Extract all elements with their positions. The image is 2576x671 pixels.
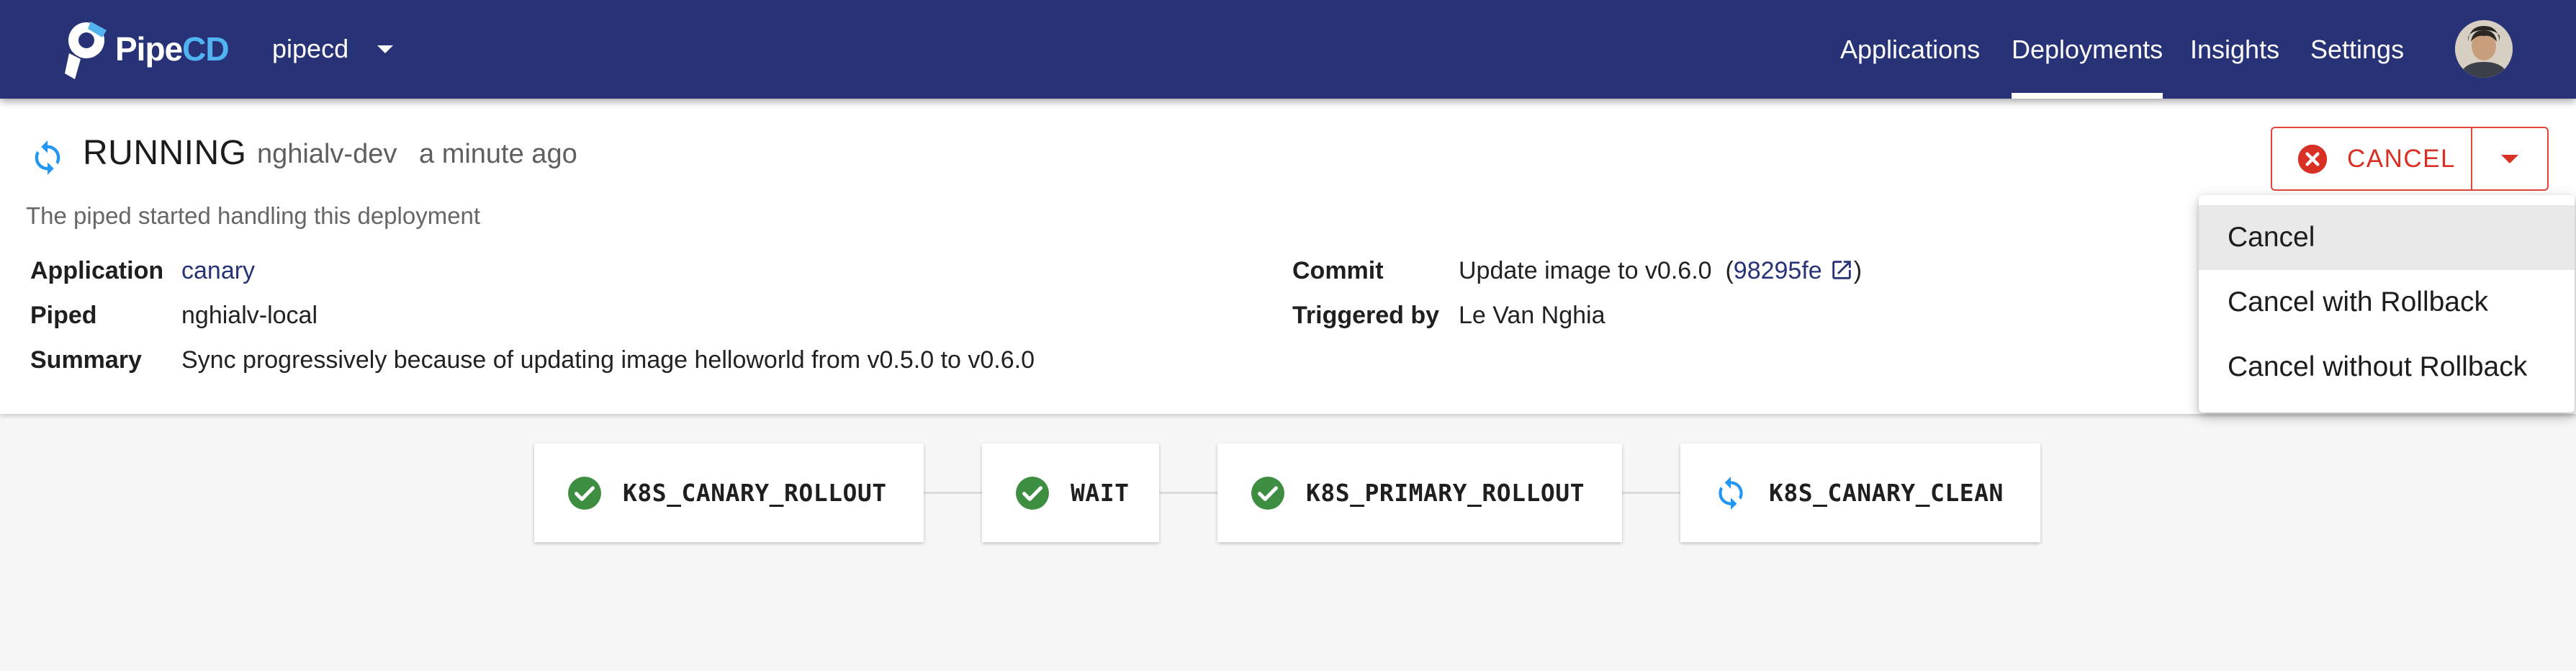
check-circle-icon [1016, 476, 1049, 510]
stage-k8s-canary-rollout[interactable]: K8S_CANARY_ROLLOUT [534, 443, 924, 542]
summary-value: Sync progressively because of updating i… [181, 346, 1035, 374]
application-link[interactable]: canary [181, 257, 255, 285]
logo-text: PipeCD [115, 30, 230, 68]
menu-item-cancel[interactable]: Cancel [2199, 205, 2575, 270]
stage-k8s-canary-clean[interactable]: K8S_CANARY_CLEAN [1680, 443, 2040, 542]
nav-applications[interactable]: Applications [1840, 0, 1980, 99]
cancel-button[interactable]: CANCEL [2272, 128, 2471, 189]
app-bar: PipeCD pipecd Applications Deployments I… [0, 0, 2576, 99]
pipecd-logo[interactable]: PipeCD [62, 16, 230, 82]
nav-deployments[interactable]: Deployments [2012, 0, 2163, 99]
check-circle-icon [1251, 476, 1284, 510]
cancel-button-label: CANCEL [2347, 144, 2456, 173]
check-circle-icon [568, 476, 601, 510]
sync-icon [1719, 476, 1743, 510]
deployment-detail-panel: RUNNING nghialv-dev a minute ago The pip… [0, 99, 2576, 414]
deployment-status: RUNNING [83, 134, 247, 172]
stage-name: K8S_CANARY_ROLLOUT [623, 479, 887, 507]
stage-name: WAIT [1071, 479, 1130, 507]
active-tab-indicator [2012, 93, 2163, 99]
triggered-by-value: Le Van Nghia [1459, 302, 1606, 329]
sync-icon [35, 140, 60, 175]
commit-value: Update image to v0.6.0 (98295fe) [1459, 257, 1863, 284]
piped-label: Piped [30, 302, 97, 329]
stage-connector [1159, 492, 1217, 494]
commit-message: Update image to v0.6.0 [1459, 257, 1712, 284]
stage-connector [924, 492, 982, 494]
cancel-circle-icon [2297, 144, 2328, 174]
chevron-down-icon [2501, 154, 2518, 163]
menu-item-cancel-without-rollback[interactable]: Cancel without Rollback [2199, 335, 2575, 400]
summary-label: Summary [30, 346, 142, 374]
chevron-down-icon [377, 45, 394, 53]
stage-k8s-primary-rollout[interactable]: K8S_PRIMARY_ROLLOUT [1217, 443, 1622, 542]
menu-item-cancel-with-rollback[interactable]: Cancel with Rollback [2199, 270, 2575, 335]
piped-value: nghialv-local [181, 302, 318, 329]
commit-hash-link[interactable]: 98295fe [1734, 257, 1854, 284]
user-avatar[interactable] [2455, 20, 2513, 78]
application-label: Application [30, 257, 164, 284]
timestamp: a minute ago [419, 139, 577, 169]
stage-name: K8S_PRIMARY_ROLLOUT [1306, 479, 1585, 507]
nav-settings[interactable]: Settings [2310, 0, 2404, 99]
cancel-options-menu: Cancel Cancel with Rollback Cancel witho… [2199, 195, 2575, 413]
project-selector[interactable]: pipecd [272, 29, 394, 69]
environment-name: nghialv-dev [257, 139, 397, 169]
cancel-split-button: CANCEL [2271, 127, 2549, 191]
open-in-new-icon [1832, 261, 1851, 279]
commit-label: Commit [1292, 257, 1384, 284]
stage-name: K8S_CANARY_CLEAN [1769, 479, 2004, 507]
project-name: pipecd [272, 34, 349, 63]
cancel-options-toggle[interactable] [2472, 128, 2547, 189]
nav-insights[interactable]: Insights [2190, 0, 2279, 99]
stage-connector [1622, 492, 1680, 494]
status-description: The piped started handling this deployme… [26, 202, 481, 229]
stage-wait[interactable]: WAIT [982, 443, 1159, 542]
triggered-by-label: Triggered by [1292, 302, 1440, 329]
pipecd-logo-icon [65, 22, 107, 79]
avatar-image [2455, 20, 2513, 78]
